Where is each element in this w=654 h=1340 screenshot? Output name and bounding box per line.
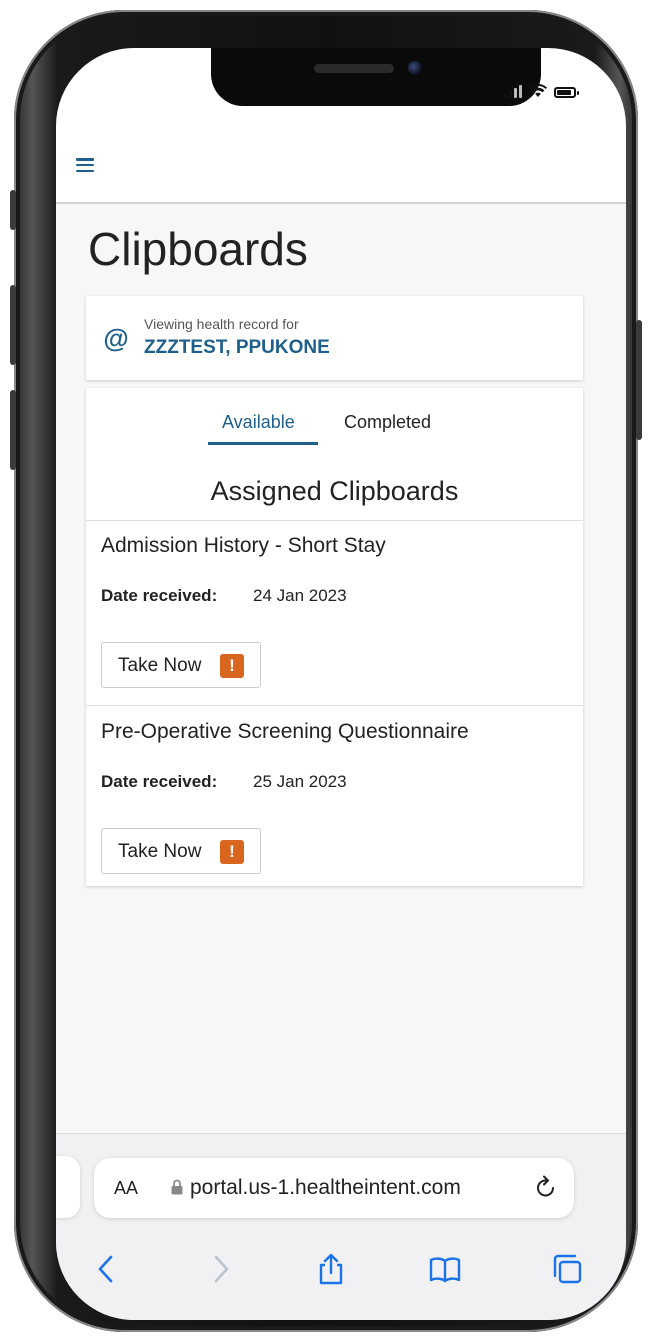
tab-available[interactable]: Available [222,412,295,433]
silent-switch [10,190,16,230]
share-icon[interactable] [314,1252,348,1286]
chevron-left-icon[interactable] [90,1252,124,1286]
speaker-grille [314,64,394,73]
date-received-value: 25 Jan 2023 [253,772,347,791]
date-received-label: Date received: [101,772,218,791]
lock-icon [171,1179,183,1195]
volume-up-button [10,285,16,365]
tab-completed[interactable]: Completed [344,412,431,433]
take-now-label: Take Now [118,655,202,676]
take-now-label: Take Now [118,841,202,862]
phone-frame: Clipboards @ Viewing health record for Z… [10,10,642,1332]
date-received-label: Date received: [101,586,218,605]
power-button [636,320,642,440]
exclamation-icon: ! [220,654,244,678]
divider [86,520,583,521]
status-bar [504,84,579,98]
address-bar[interactable]: AA portal.us-1.healtheintent.com [94,1158,574,1218]
phone-screen: Clipboards @ Viewing health record for Z… [56,48,626,1320]
date-received-value: 24 Jan 2023 [253,586,347,605]
active-tab-indicator [208,442,318,445]
clipboards-card: Available Completed Assigned Clipboards … [86,388,583,886]
tabs-icon[interactable] [550,1252,584,1286]
section-title: Assigned Clipboards [210,476,459,506]
hamburger-menu-icon[interactable] [76,158,94,172]
previous-tab-pill[interactable] [56,1156,80,1218]
health-record-card: @ Viewing health record for ZZZTEST, PPU… [86,296,583,380]
battery-icon [554,87,579,98]
at-sign-icon: @ [103,323,129,353]
page-content: Clipboards @ Viewing health record for Z… [56,204,626,1154]
exclamation-icon: ! [220,840,244,864]
clipboard-title: Admission History - Short Stay [101,534,386,557]
take-now-button[interactable]: Take Now ! [101,828,261,874]
safari-toolbar: AA portal.us-1.healtheintent.com [56,1133,626,1320]
page-title: Clipboards [88,223,308,275]
viewing-record-label: Viewing health record for [144,316,299,332]
reload-icon[interactable] [534,1174,558,1200]
url-text[interactable]: portal.us-1.healtheintent.com [190,1176,461,1200]
take-now-button[interactable]: Take Now ! [101,642,261,688]
chevron-right-icon[interactable] [203,1252,237,1286]
divider [86,705,583,706]
wifi-icon [529,84,547,97]
volume-down-button [10,390,16,470]
app-header [56,128,626,204]
text-size-button[interactable]: AA [114,1178,138,1199]
patient-name[interactable]: ZZZTEST, PPUKONE [144,337,330,359]
clipboard-title: Pre-Operative Screening Questionnaire [101,720,469,743]
book-icon[interactable] [428,1252,462,1286]
front-camera [408,61,422,75]
notch [211,48,541,106]
signal-icon [504,85,522,98]
